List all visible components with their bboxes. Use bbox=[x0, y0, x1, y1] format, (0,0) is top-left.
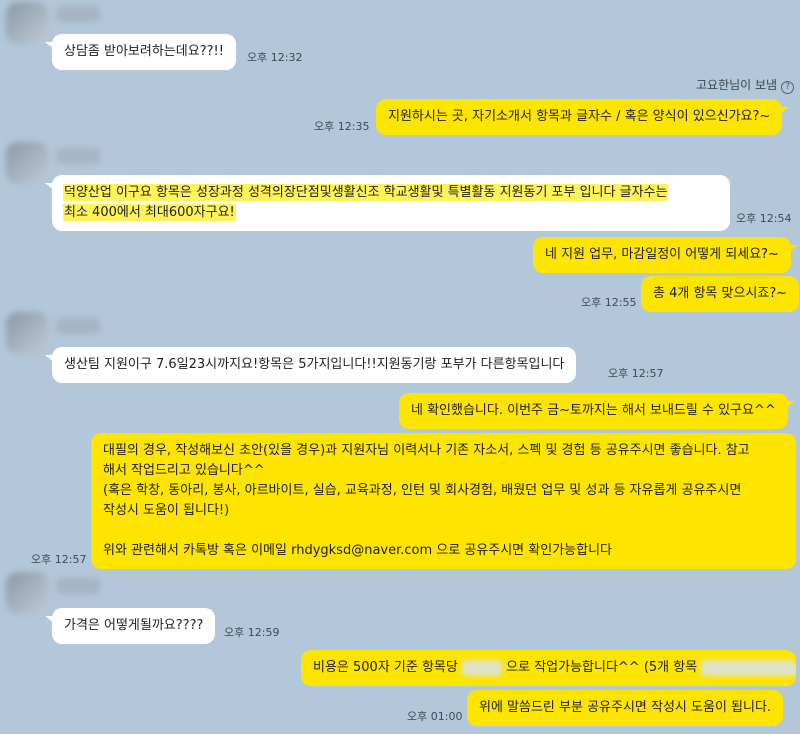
question-circle-icon[interactable]: ? bbox=[781, 81, 795, 94]
message-text-part: 으로 작업가능합니다^^ (5개 항목 bbox=[506, 660, 698, 675]
message-text: 지원하시는 곳, 자기소개서 항목과 글자수 / 혹은 양식이 있으신가요?~ bbox=[388, 109, 771, 124]
message-time: 오후 12:59 bbox=[224, 626, 280, 639]
message-text-line bbox=[103, 521, 784, 541]
message-time: 오후 12:54 bbox=[736, 212, 792, 225]
message-time: 오후 12:32 bbox=[247, 51, 303, 64]
redacted-price bbox=[462, 659, 502, 676]
message-bubble[interactable]: 총 4개 항목 맞으시죠?~ bbox=[641, 276, 800, 312]
message-time: 오후 12:55 bbox=[581, 296, 637, 309]
message-bubble[interactable]: 네 확인했습니다. 이번주 금~토까지는 해서 보내드릴 수 있구요^^ bbox=[399, 393, 795, 429]
message-text: 생산팀 지원이구 7.6일23시까지요!항목은 5가지입니다!!지원동기랑 포부… bbox=[64, 357, 565, 372]
message-time: 오후 12:57 bbox=[31, 553, 87, 566]
share-note: 고요한님이 보냄? bbox=[696, 76, 795, 94]
message-time: 오후 12:57 bbox=[608, 367, 664, 380]
message-bubble[interactable]: 가격은 어떻게될까요???? bbox=[44, 608, 216, 644]
message-text-line: 작성시 도움이 됩니다!) bbox=[103, 503, 230, 518]
message-text: 가격은 어떻게될까요???? bbox=[64, 618, 204, 633]
message-text-part: 비용은 500자 기준 항목당 bbox=[313, 660, 458, 675]
redacted-text bbox=[701, 659, 796, 676]
message-text: 네 지원 업무, 마감일정이 어떻게 되세요?~ bbox=[545, 247, 779, 262]
message-bubble[interactable]: 위에 말씀드린 부분 공유주시면 작성시 도움이 됩니다. bbox=[467, 690, 784, 726]
message-text-line: 대필의 경우, 작성해보신 초안(있을 경우)과 지원자님 이력서나 기존 자소… bbox=[103, 443, 750, 458]
message-text: 위에 말씀드린 부분 공유주시면 작성시 도움이 됩니다. bbox=[479, 700, 772, 715]
message-text-line: 덕양산업 이구요 항목은 성장과정 성격의장단점및생활신조 학교생활및 특별활동… bbox=[64, 185, 668, 200]
message-bubble[interactable]: 지원하시는 곳, 자기소개서 항목과 글자수 / 혹은 양식이 있으신가요?~ bbox=[376, 99, 790, 135]
message-text: 상담좀 받아보려하는데요??!! bbox=[64, 44, 224, 59]
message-text: 네 확인했습니다. 이번주 금~토까지는 해서 보내드릴 수 있구요^^ bbox=[411, 403, 776, 418]
avatar[interactable] bbox=[6, 312, 48, 354]
sender-name bbox=[56, 318, 100, 334]
message-text-line: 위와 관련해서 카톡방 혹은 이메일 rhdygksd@naver.com 으로… bbox=[103, 543, 612, 558]
share-note-label: 고요한님이 보냄 bbox=[696, 78, 778, 92]
message-text-line: (혹은 학창, 동아리, 봉사, 아르바이트, 실습, 교육과정, 인턴 및 회… bbox=[103, 483, 742, 498]
message-text-line: 최소 400에서 최대600자구요! bbox=[64, 205, 235, 220]
message-bubble[interactable]: 덕양산업 이구요 항목은 성장과정 성격의장단점및생활신조 학교생활및 특별활동… bbox=[45, 175, 730, 231]
sender-name bbox=[56, 6, 100, 22]
message-time: 오후 12:35 bbox=[314, 120, 370, 133]
message-bubble[interactable]: 네 지원 업무, 마감일정이 어떻게 되세요?~ bbox=[533, 237, 798, 273]
avatar[interactable] bbox=[6, 572, 48, 614]
sender-name bbox=[56, 148, 100, 164]
avatar[interactable] bbox=[6, 142, 48, 184]
message-time: 오후 01:00 bbox=[407, 710, 463, 723]
message-text-line: 해서 작업드리고 있습니다^^ bbox=[103, 463, 265, 478]
message-text: 총 4개 항목 맞으시죠?~ bbox=[653, 286, 788, 301]
avatar[interactable] bbox=[6, 2, 48, 44]
message-bubble[interactable]: 상담좀 받아보려하는데요??!! bbox=[45, 34, 236, 70]
message-bubble[interactable]: 비용은 500자 기준 항목당 으로 작업가능합니다^^ (5개 항목 bbox=[301, 650, 796, 686]
sender-name bbox=[56, 578, 100, 594]
message-bubble[interactable]: 대필의 경우, 작성해보신 초안(있을 경우)과 지원자님 이력서나 기존 자소… bbox=[91, 433, 796, 569]
message-bubble[interactable]: 생산팀 지원이구 7.6일23시까지요!항목은 5가지입니다!!지원동기랑 포부… bbox=[44, 347, 577, 383]
